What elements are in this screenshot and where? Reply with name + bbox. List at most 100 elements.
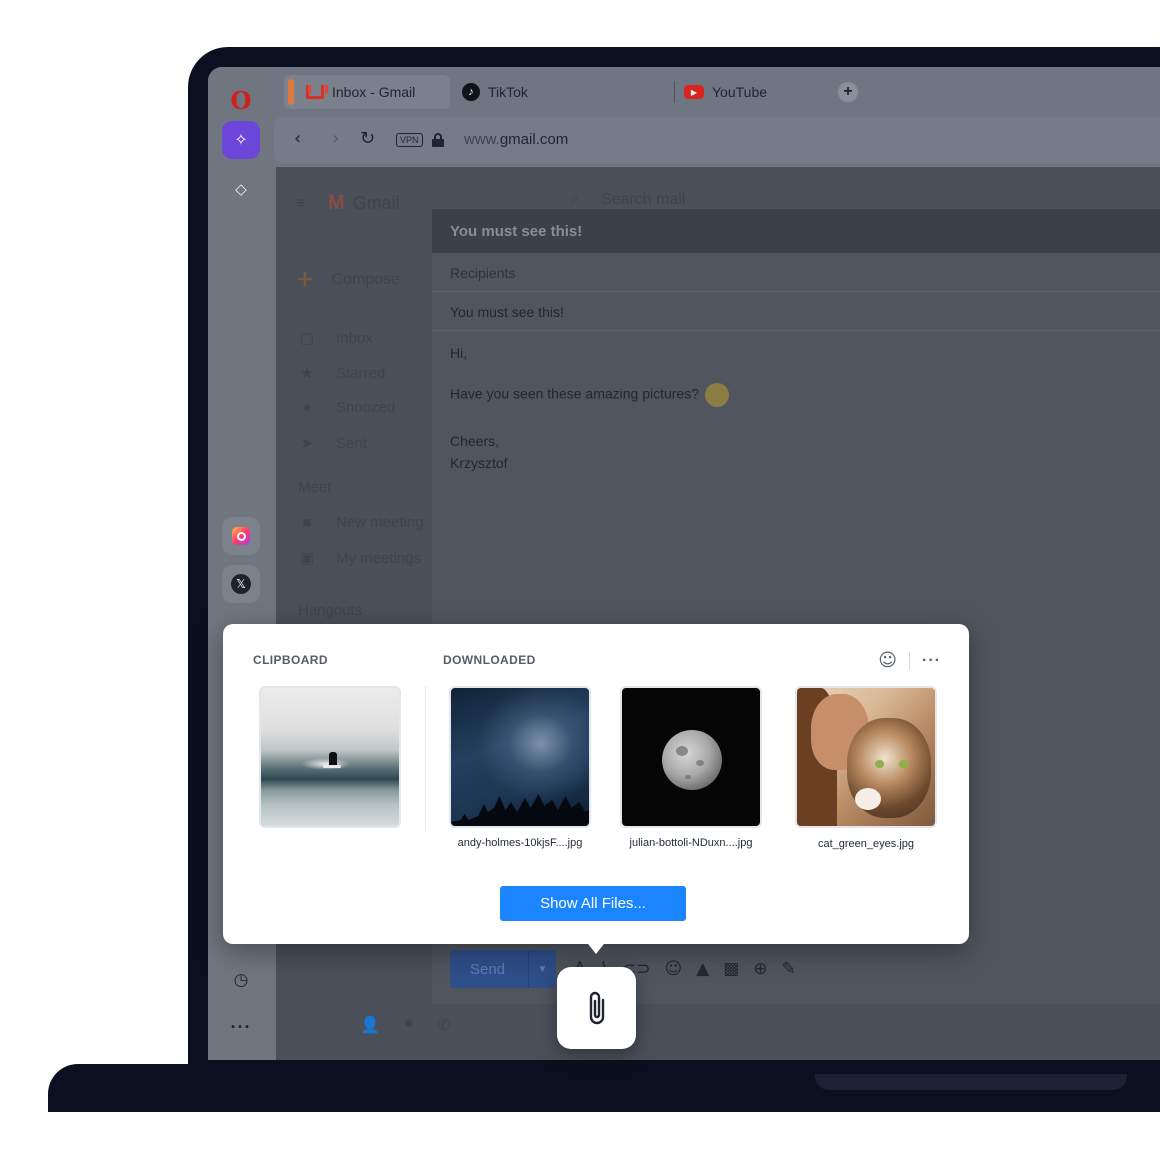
recipients-field[interactable]: Recipients [450,265,515,281]
url-prefix: www. [464,131,500,148]
subject-field[interactable]: You must see this! [450,304,564,320]
send-button[interactable]: Send ▼ [450,950,556,988]
body-signoff[interactable]: Cheers, [450,433,499,449]
calendar-icon: ▣ [299,550,315,567]
gmail-m-icon: M [328,192,345,214]
send-label: Send [470,960,506,978]
youtube-icon: ▶ [684,85,704,99]
laptop-notch [815,1074,1127,1090]
hangouts-bottom-icons: 👤 ● ✆ [360,1015,451,1035]
nav-item-my-meetings[interactable]: ▣ My meetings [298,549,422,568]
new-tab-plus-icon[interactable]: + [838,82,858,102]
vpn-badge[interactable]: VPN [396,133,423,147]
section-divider [425,686,426,830]
hangouts-heading: Hangouts [298,602,363,619]
reload-icon[interactable]: ↻ [360,128,375,149]
instagram-glyph [232,527,250,545]
opera-logo-icon[interactable]: O [222,81,260,119]
signature-pen-icon[interactable]: ✎ [782,959,796,979]
download-thumbnail-cat[interactable] [795,686,937,828]
file-name: julian-bottoli-NDuxn....jpg [629,837,753,849]
address-bar: ‹ › ↻ VPN www.gmail.com [274,117,1160,163]
emoji-icon[interactable]: ☺ [664,959,682,979]
nav-item-inbox[interactable]: ▢ Inbox [298,329,373,348]
more-options-icon[interactable]: ··· [922,652,941,670]
diamond-icon[interactable]: ◇ [222,170,260,208]
tab-active-indicator [288,79,294,105]
compose-label: Compose [331,271,401,288]
clipboard-heading: CLIPBOARD [253,653,328,667]
compose-title: You must see this! [432,209,1160,253]
body-signature[interactable]: Krzysztof [450,455,508,471]
nav-label: Snoozed [336,399,396,416]
nav-label: Starred [336,364,386,382]
grinning-emoji-icon [705,383,730,407]
hamburger-menu-icon[interactable]: ≡ [296,195,305,213]
url-field[interactable]: www.gmail.com [464,131,568,148]
inbox-icon: ▢ [299,330,315,347]
compose-button[interactable]: + Compose [296,263,400,297]
download-thumbnail-milky-way[interactable] [449,686,591,828]
tab-gmail[interactable]: Inbox - Gmail [284,75,450,109]
send-options-chevron-icon[interactable]: ▼ [528,950,556,988]
downloaded-heading: DOWNLOADED [443,653,536,667]
nav-item-sent[interactable]: ➤ Sent [298,434,367,453]
aria-ai-icon[interactable]: ✧ [222,121,260,159]
star-icon: ★ [300,365,314,382]
instagram-icon[interactable] [222,517,260,555]
nav-label: Sent [336,434,367,452]
clock-icon: ● [302,399,312,416]
tab-youtube[interactable]: ▶ YouTube [684,75,767,109]
x-glyph: 𝕏 [231,574,251,594]
tab-tiktok[interactable]: ♪ TikTok [462,75,528,109]
clipboard-thumbnail-surfer[interactable] [259,686,401,828]
photo-icon[interactable]: ▩ [723,959,739,979]
sidebar-more-icon[interactable]: ··· [222,1008,260,1046]
file-name: cat_green_eyes.jpg [817,838,914,850]
gmail-logo[interactable]: M Gmail [328,192,400,215]
popup-actions: ☺ ··· [878,650,941,671]
gmail-wordmark: Gmail [352,193,400,213]
nav-label: My meetings [336,549,422,567]
x-twitter-icon[interactable]: 𝕏 [222,565,260,603]
attachment-button[interactable] [557,967,636,1049]
gmail-icon [306,85,324,99]
compose-divider [432,291,1160,292]
forward-arrow-icon[interactable]: › [332,128,339,149]
tab-strip: Inbox - Gmail ♪ TikTok ▶ YouTube + [274,67,1160,115]
compose-plus-icon: + [296,263,314,296]
file-name: andy-holmes-10kjsF....jpg [457,837,583,849]
confidential-lock-icon[interactable]: ⊕ [753,959,767,979]
url-host: gmail.com [499,131,569,148]
body-text: Have you seen these amazing pictures? [450,385,700,402]
show-all-files-button[interactable]: Show All Files... [500,886,686,921]
actions-divider [909,651,911,670]
tab-label: YouTube [712,84,768,100]
back-arrow-icon[interactable]: ‹ [294,128,301,149]
nav-item-new-meeting[interactable]: ■ New meeting [298,514,424,531]
chat-icon[interactable]: ● [404,1015,414,1035]
tab-label: TikTok [488,84,528,100]
search-placeholder: Search mail [600,191,686,208]
body-text-line[interactable]: Have you seen these amazing pictures? [450,383,730,407]
tab-separator [674,81,675,103]
smiley-icon[interactable]: ☺ [878,650,897,671]
nav-item-starred[interactable]: ★ Starred [298,364,386,383]
nav-label: Inbox [336,329,373,347]
send-icon: ➤ [300,435,314,452]
meet-heading: Meet [298,479,332,496]
person-icon[interactable]: 👤 [360,1015,380,1035]
search-icon: ⌕ [570,191,579,208]
download-thumbnail-moon[interactable] [620,686,762,828]
nav-label: New meeting [336,514,424,531]
tab-label: Inbox - Gmail [332,84,416,100]
nav-item-snoozed[interactable]: ● Snoozed [298,399,395,416]
history-clock-icon[interactable]: ◷ [222,961,260,999]
lock-icon[interactable] [432,133,444,147]
drive-icon[interactable]: ▲ [696,959,709,979]
compose-divider [432,330,1160,331]
video-icon: ■ [302,514,312,531]
body-greeting[interactable]: Hi, [450,345,467,361]
phone-icon[interactable]: ✆ [438,1015,451,1035]
gmail-search[interactable]: ⌕ Search mail [570,191,685,209]
